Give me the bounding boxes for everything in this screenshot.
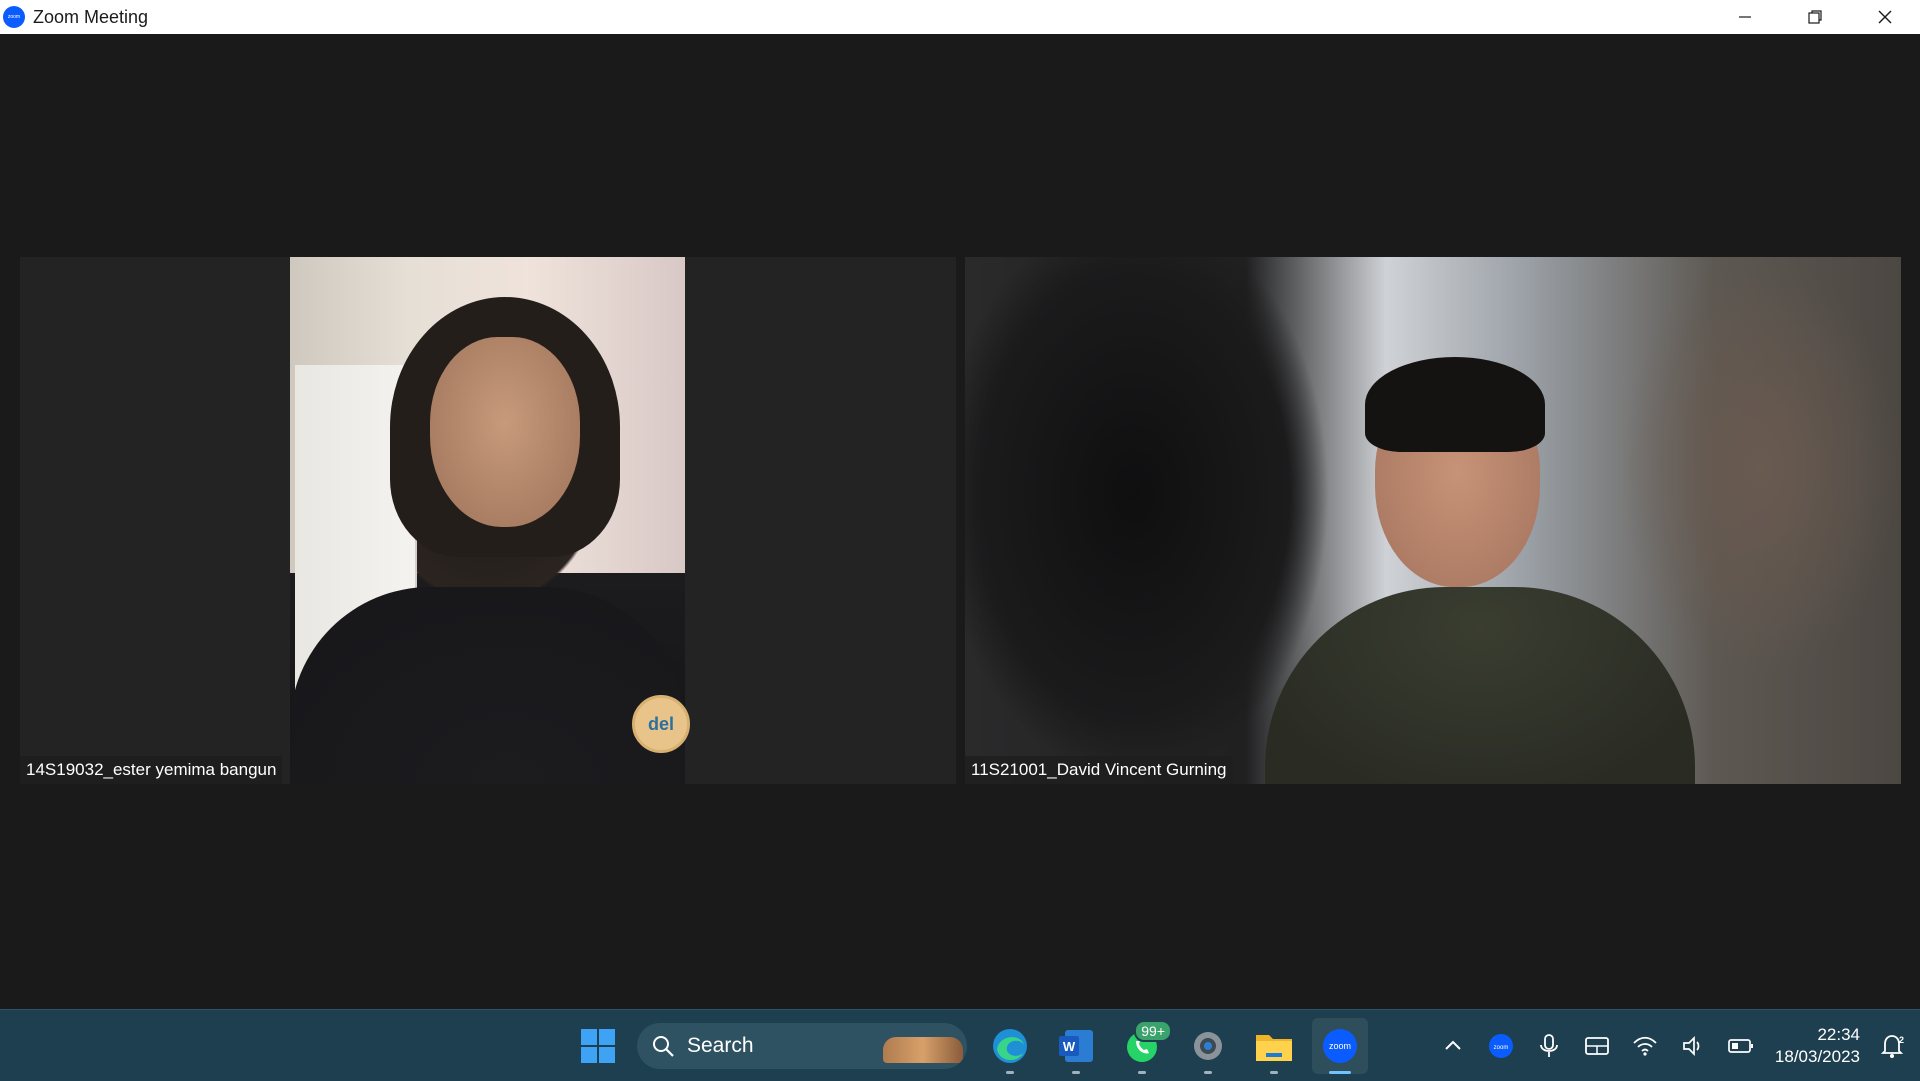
participant-shirt [290,587,685,784]
taskbar-app-zoom[interactable]: zoom [1312,1017,1368,1074]
gear-icon [1194,1031,1222,1060]
search-label: Search [687,1033,754,1057]
edge-icon [993,1028,1027,1063]
windows-taskbar: Search W 99+ zoom zoom 22:34 18/03/2023 … [0,1009,1920,1081]
close-icon [1878,10,1892,24]
running-indicator [1329,1070,1351,1074]
battery-icon [1728,1038,1753,1053]
taskbar-search[interactable]: Search [637,1022,967,1069]
speaker-icon [1683,1035,1700,1056]
chevron-up-icon [1445,1040,1461,1050]
bell-icon: 2 [1880,1035,1904,1058]
running-indicator [1204,1070,1212,1074]
zoom-app-icon: zoom [3,6,25,28]
running-indicator [1138,1070,1146,1074]
participant-video [965,257,1901,784]
restore-button[interactable] [1780,0,1850,34]
system-tray: zoom 22:34 18/03/2023 2 [1429,1010,1920,1081]
running-indicator [1072,1070,1080,1074]
svg-text:2: 2 [1899,1035,1904,1045]
participant-face [430,337,580,527]
window-title: Zoom Meeting [33,6,149,27]
svg-text:zoom: zoom [1329,1041,1351,1051]
show-hidden-icons-button[interactable] [1433,1026,1473,1066]
wifi-button[interactable] [1625,1026,1665,1066]
window-controls [1710,0,1920,34]
monitor-icon [1585,1036,1609,1055]
windows-icon [581,1028,615,1063]
folder-icon [1256,1034,1292,1061]
taskbar-apps: Search W 99+ zoom [565,1010,1373,1081]
wifi-icon [1633,1036,1657,1056]
shirt-logo-badge: del [632,695,690,753]
minimize-icon [1739,16,1751,18]
notification-center-button[interactable]: 2 [1872,1026,1912,1066]
microphone-button[interactable] [1529,1026,1569,1066]
participant-tile[interactable]: 11S21001_David Vincent Gurning [965,257,1901,784]
zoom-icon: zoom [1323,1028,1357,1063]
running-indicator [1006,1070,1014,1074]
title-bar: zoom Zoom Meeting [0,0,1920,35]
participant-name-label: 11S21001_David Vincent Gurning [965,756,1233,784]
meeting-stage: del 14S19032_ester yemima bangun 11S2100… [0,34,1920,1009]
svg-text:W: W [1063,1039,1076,1054]
zoom-tray-icon: zoom [1488,1033,1513,1058]
taskbar-app-word[interactable]: W [1048,1018,1104,1074]
tray-zoom-button[interactable]: zoom [1481,1026,1521,1066]
taskbar-app-whatsapp[interactable]: 99+ [1114,1018,1172,1074]
display-button[interactable] [1577,1026,1617,1066]
microphone-icon [1540,1033,1558,1057]
running-indicator [1270,1070,1278,1074]
word-icon: W [1059,1029,1093,1062]
start-button[interactable] [570,1018,626,1074]
participant-hoodie [1265,587,1695,784]
search-highlight-image [883,1036,963,1063]
participant-name-label: 14S19032_ester yemima bangun [20,756,283,784]
taskbar-app-edge[interactable] [982,1018,1038,1074]
taskbar-app-settings[interactable] [1180,1018,1236,1074]
battery-button[interactable] [1721,1026,1761,1066]
search-icon [653,1035,674,1057]
taskbar-clock[interactable]: 22:34 18/03/2023 [1775,1024,1860,1068]
volume-button[interactable] [1673,1026,1713,1066]
close-button[interactable] [1850,0,1920,34]
restore-icon [1808,10,1822,24]
clock-time: 22:34 [1817,1024,1860,1044]
minimize-button[interactable] [1710,0,1780,34]
svg-text:zoom: zoom [1494,1045,1509,1051]
notification-badge: 99+ [1134,1019,1172,1042]
participant-tile[interactable]: del 14S19032_ester yemima bangun [20,257,956,784]
clock-date: 18/03/2023 [1774,1046,1860,1066]
participant-hair [1365,357,1545,452]
participant-video: del [290,257,690,784]
taskbar-app-file-explorer[interactable] [1246,1018,1302,1074]
